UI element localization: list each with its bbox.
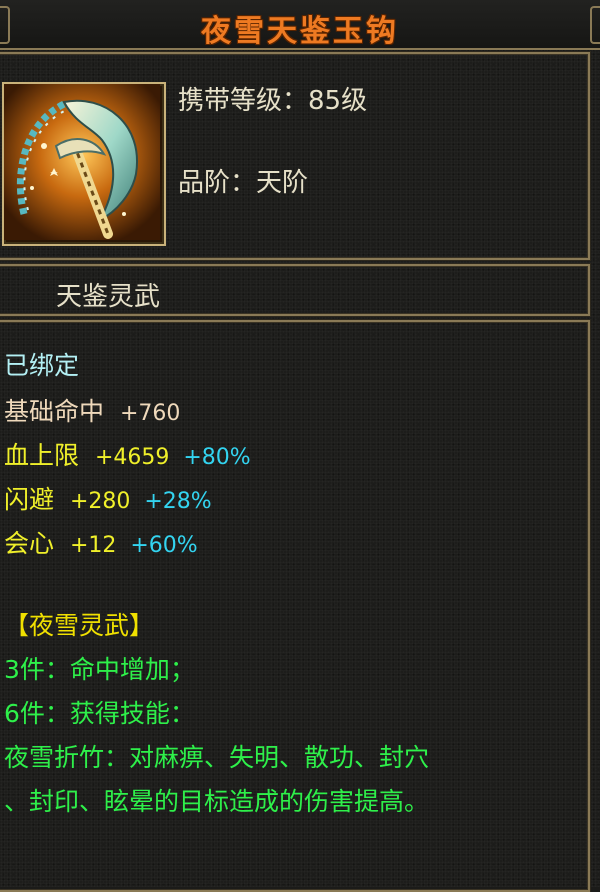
jade-hook-weapon-icon: [4, 84, 160, 240]
title-bar: 夜雪天鉴玉钩: [0, 0, 600, 50]
stat-name: 会心: [4, 529, 55, 558]
stat-row: 闪避 +280 +28%: [4, 484, 212, 518]
stat-value: +4659: [94, 445, 170, 470]
item-title: 夜雪天鉴玉钩: [201, 14, 399, 49]
stat-bonus: +80%: [183, 445, 251, 470]
set-skill-line-1: 夜雪折竹：对麻痹、失明、散功、封穴: [4, 743, 430, 772]
stat-name: 闪避: [4, 485, 55, 514]
item-icon-frame: [2, 82, 166, 246]
stat-bonus: +60%: [130, 533, 198, 558]
set-skill-line-2: 、封印、眩晕的目标造成的伤害提高。: [4, 787, 430, 816]
stat-value: +760: [119, 401, 181, 426]
bound-status: 已绑定: [4, 351, 80, 380]
title-corner-right: [590, 6, 600, 44]
set-bonus-3: 3件：命中增加；: [4, 655, 195, 684]
set-header: 【夜雪灵武】: [4, 611, 155, 640]
item-grade: 品阶：天阶: [178, 168, 309, 198]
stat-value: +12: [69, 533, 117, 558]
stat-value: +280: [69, 489, 131, 514]
title-corner-left: [0, 6, 10, 44]
stat-row: 会心 +12 +60%: [4, 528, 198, 562]
stat-row: 基础命中 +760: [4, 396, 180, 430]
stat-bonus: +28%: [144, 489, 212, 514]
stat-name: 基础命中: [4, 397, 105, 426]
stat-name: 血上限: [4, 441, 80, 470]
carry-level: 携带等级：85级: [178, 86, 368, 116]
stat-row: 血上限 +4659 +80%: [4, 440, 251, 474]
set-bonus-6: 6件：获得技能：: [4, 699, 195, 728]
item-category: 天鉴灵武: [56, 282, 161, 312]
